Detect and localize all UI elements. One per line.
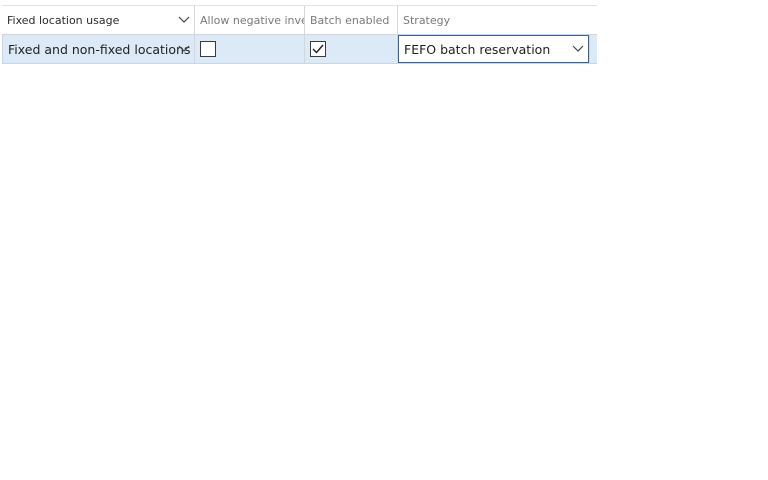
batch-enabled-cell — [305, 35, 398, 63]
allow-negative-inventory-cell — [195, 35, 305, 63]
column-header-allow-negative-inventory[interactable]: Allow negative inve... — [195, 6, 305, 34]
column-header-label: Allow negative inve... — [200, 13, 304, 27]
column-header-strategy[interactable]: Strategy — [398, 6, 597, 34]
batch-enabled-checkbox[interactable] — [310, 41, 326, 57]
strategy-value: FEFO batch reservation — [404, 41, 551, 57]
chevron-down-icon[interactable] — [572, 45, 584, 53]
strategy-cell: FEFO batch reservation — [398, 35, 590, 63]
allow-negative-inventory-checkbox[interactable] — [200, 41, 216, 57]
table-row[interactable]: Fixed and non-fixed locations FEFO batch… — [2, 35, 597, 64]
fixed-location-usage-value: Fixed and non-fixed locations — [8, 41, 191, 57]
strategy-select[interactable]: FEFO batch reservation — [398, 35, 589, 63]
chevron-down-icon[interactable] — [178, 16, 190, 24]
column-header-fixed-location-usage[interactable]: Fixed location usage — [2, 6, 195, 34]
column-header-label: Batch enabled — [310, 13, 390, 27]
column-header-label: Strategy — [403, 13, 451, 27]
chevron-down-icon[interactable] — [178, 45, 190, 53]
inventory-grid: Fixed location usage Allow negative inve… — [2, 5, 597, 64]
column-header-batch-enabled[interactable]: Batch enabled — [305, 6, 398, 34]
checkmark-icon — [312, 44, 324, 54]
fixed-location-usage-dropdown[interactable]: Fixed and non-fixed locations — [2, 35, 195, 63]
grid-header-row: Fixed location usage Allow negative inve… — [2, 5, 597, 35]
column-header-label: Fixed location usage — [7, 13, 120, 27]
